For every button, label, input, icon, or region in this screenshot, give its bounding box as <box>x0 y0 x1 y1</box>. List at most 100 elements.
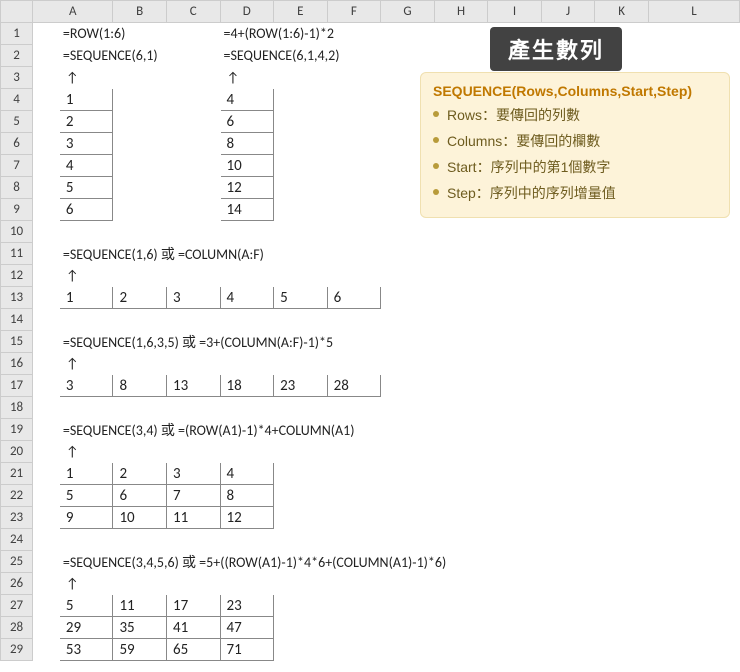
cell[interactable]: 3 <box>59 133 113 155</box>
rowhdr-14[interactable]: 14 <box>1 309 33 331</box>
colhdr-G[interactable]: G <box>381 1 435 23</box>
rowhdr-2[interactable]: 2 <box>1 45 33 67</box>
rowhdr-15[interactable]: 15 <box>1 331 33 353</box>
formula-b1[interactable]: =ROW(1:6) <box>59 23 220 45</box>
cell[interactable]: 4 <box>220 463 274 485</box>
cell[interactable]: 12 <box>220 507 274 529</box>
cell[interactable]: 53 <box>59 639 113 661</box>
rowhdr-3[interactable]: 3 <box>1 67 33 89</box>
cell[interactable]: 13 <box>166 375 220 397</box>
cell[interactable]: 8 <box>220 133 274 155</box>
corner-cell[interactable] <box>1 1 33 23</box>
cell[interactable]: 8 <box>220 485 274 507</box>
cell[interactable]: 1 <box>59 463 113 485</box>
formula-b15[interactable]: =SEQUENCE(1,6,3,5) 或 =3+(COLUMN(A:F)-1)*… <box>59 331 594 353</box>
rowhdr-6[interactable]: 6 <box>1 133 33 155</box>
cell[interactable]: 4 <box>220 89 274 111</box>
arrow-icon: ↑ <box>59 353 113 375</box>
cell[interactable]: 3 <box>166 287 220 309</box>
rowhdr-28[interactable]: 28 <box>1 617 33 639</box>
cell[interactable]: 65 <box>166 639 220 661</box>
rowhdr-16[interactable]: 16 <box>1 353 33 375</box>
formula-e1[interactable]: =4+(ROW(1:6)-1)*2 <box>220 23 434 45</box>
formula-b19[interactable]: =SEQUENCE(3,4) 或 =(ROW(A1)-1)*4+COLUMN(A… <box>59 419 594 441</box>
rowhdr-8[interactable]: 8 <box>1 177 33 199</box>
cell[interactable]: 6 <box>220 111 274 133</box>
cell[interactable]: 11 <box>113 595 167 617</box>
formula-b25[interactable]: =SEQUENCE(3,4,5,6) 或 =5+((ROW(A1)-1)*4*6… <box>59 551 739 573</box>
rowhdr-29[interactable]: 29 <box>1 639 33 661</box>
rowhdr-17[interactable]: 17 <box>1 375 33 397</box>
rowhdr-22[interactable]: 22 <box>1 485 33 507</box>
colhdr-B[interactable]: B <box>113 1 167 23</box>
cell[interactable]: 12 <box>220 177 274 199</box>
cell[interactable]: 6 <box>327 287 381 309</box>
cell[interactable]: 8 <box>113 375 167 397</box>
cell[interactable]: 1 <box>59 287 113 309</box>
cell[interactable]: 10 <box>220 155 274 177</box>
cell[interactable]: 14 <box>220 199 274 221</box>
cell[interactable]: 41 <box>166 617 220 639</box>
cell[interactable]: 7 <box>166 485 220 507</box>
cell[interactable]: 35 <box>113 617 167 639</box>
cell[interactable]: 2 <box>113 463 167 485</box>
rowhdr-24[interactable]: 24 <box>1 529 33 551</box>
colhdr-L[interactable]: L <box>648 1 739 23</box>
rowhdr-25[interactable]: 25 <box>1 551 33 573</box>
cell[interactable]: 23 <box>220 595 274 617</box>
cell[interactable]: 23 <box>274 375 328 397</box>
cell[interactable]: 18 <box>220 375 274 397</box>
cell[interactable]: 2 <box>113 287 167 309</box>
colhdr-H[interactable]: H <box>434 1 488 23</box>
cell[interactable]: 28 <box>327 375 381 397</box>
formula-e2[interactable]: =SEQUENCE(6,1,4,2) <box>220 45 434 67</box>
rowhdr-20[interactable]: 20 <box>1 441 33 463</box>
cell[interactable]: 5 <box>274 287 328 309</box>
colhdr-K[interactable]: K <box>595 1 649 23</box>
rowhdr-5[interactable]: 5 <box>1 111 33 133</box>
cell[interactable]: 1 <box>59 89 113 111</box>
cell[interactable]: 29 <box>59 617 113 639</box>
cell[interactable]: 71 <box>220 639 274 661</box>
colhdr-E[interactable]: E <box>274 1 328 23</box>
rowhdr-13[interactable]: 13 <box>1 287 33 309</box>
arrow-icon: ↑ <box>59 67 113 89</box>
rowhdr-19[interactable]: 19 <box>1 419 33 441</box>
cell[interactable]: 9 <box>59 507 113 529</box>
formula-b2[interactable]: =SEQUENCE(6,1) <box>59 45 220 67</box>
cell[interactable]: 6 <box>113 485 167 507</box>
colhdr-C[interactable]: C <box>166 1 220 23</box>
rowhdr-9[interactable]: 9 <box>1 199 33 221</box>
cell[interactable]: 2 <box>59 111 113 133</box>
cell[interactable]: 4 <box>59 155 113 177</box>
rowhdr-7[interactable]: 7 <box>1 155 33 177</box>
cell[interactable]: 59 <box>113 639 167 661</box>
rowhdr-4[interactable]: 4 <box>1 89 33 111</box>
rowhdr-10[interactable]: 10 <box>1 221 33 243</box>
cell[interactable]: 17 <box>166 595 220 617</box>
cell[interactable]: 11 <box>166 507 220 529</box>
colhdr-D[interactable]: D <box>220 1 274 23</box>
rowhdr-27[interactable]: 27 <box>1 595 33 617</box>
cell[interactable]: 5 <box>59 177 113 199</box>
cell[interactable]: 6 <box>59 199 113 221</box>
rowhdr-26[interactable]: 26 <box>1 573 33 595</box>
rowhdr-12[interactable]: 12 <box>1 265 33 287</box>
cell[interactable]: 4 <box>220 287 274 309</box>
rowhdr-1[interactable]: 1 <box>1 23 33 45</box>
cell[interactable]: 47 <box>220 617 274 639</box>
colhdr-J[interactable]: J <box>541 1 595 23</box>
formula-b11[interactable]: =SEQUENCE(1,6) 或 =COLUMN(A:F) <box>59 243 434 265</box>
cell[interactable]: 5 <box>59 595 113 617</box>
rowhdr-21[interactable]: 21 <box>1 463 33 485</box>
cell[interactable]: 3 <box>166 463 220 485</box>
rowhdr-18[interactable]: 18 <box>1 397 33 419</box>
cell[interactable]: 10 <box>113 507 167 529</box>
cell[interactable]: 5 <box>59 485 113 507</box>
rowhdr-11[interactable]: 11 <box>1 243 33 265</box>
rowhdr-23[interactable]: 23 <box>1 507 33 529</box>
cell[interactable]: 3 <box>59 375 113 397</box>
colhdr-F[interactable]: F <box>327 1 381 23</box>
colhdr-A[interactable]: A <box>33 1 113 23</box>
colhdr-I[interactable]: I <box>488 1 542 23</box>
